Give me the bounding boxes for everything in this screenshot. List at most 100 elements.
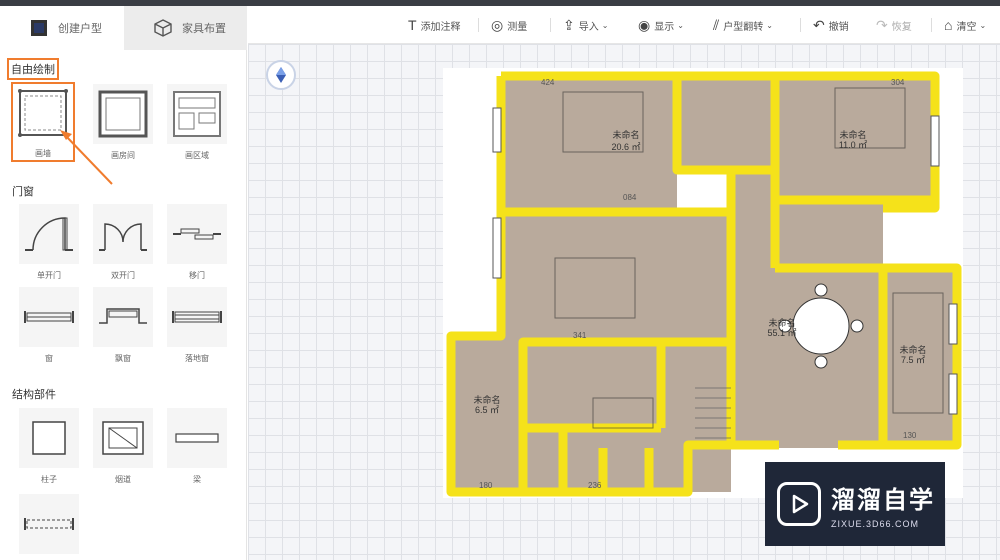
clear-icon: ⌂ — [944, 17, 953, 33]
tool-window[interactable]: 窗 — [19, 287, 79, 364]
section-structure: 结构部件 — [12, 389, 56, 401]
room-area: 11.0 ㎡ — [839, 140, 867, 150]
tool-label: 画房间 — [111, 151, 135, 160]
chevron-down-icon: ⌄ — [766, 20, 773, 30]
bay-window-icon — [99, 308, 147, 324]
tool-label: 画区域 — [185, 151, 209, 160]
toolbar-label: 清空 — [956, 21, 977, 33]
single-door-icon — [25, 217, 73, 251]
tool-label: 移门 — [189, 271, 205, 280]
tool-draw-room[interactable]: 画房间 — [93, 84, 153, 161]
tool-bay-window[interactable]: 飘窗 — [93, 287, 153, 364]
tool-label: 飘窗 — [115, 354, 131, 363]
section-doors-windows: 门窗 — [12, 186, 34, 198]
flue-icon — [102, 421, 144, 455]
dimension: 424 — [541, 78, 555, 87]
tool-sliding-door[interactable]: 移门 — [167, 204, 227, 281]
beam-icon — [175, 433, 219, 443]
tool-double-door[interactable]: 双开门 — [93, 204, 153, 281]
top-toolbar: T 添加注释 ◎ 测量 ⇪ 导入 ⌄ ◉ 显示 ⌄ ⫽ 户型翻转 ⌄ ↶ 撤销 … — [248, 6, 1000, 44]
partition-icon — [24, 518, 74, 530]
toolbar-label: 撤销 — [828, 21, 849, 33]
flip-icon: ⫽ — [713, 16, 720, 33]
import-dropdown[interactable]: ⇪ 导入 ⌄ — [563, 6, 608, 44]
play-logo-icon — [777, 482, 821, 526]
tool-label: 窗 — [45, 354, 53, 363]
room-name: 未命名 — [612, 129, 639, 140]
watermark-title: 溜溜自学 — [831, 486, 935, 514]
pillar-icon — [32, 421, 66, 455]
chevron-down-icon: ⌄ — [601, 20, 609, 30]
tool-draw-area[interactable]: 画区域 — [167, 84, 227, 161]
window-icon — [24, 311, 74, 323]
measure-button[interactable]: ◎ 测量 — [491, 6, 527, 44]
redo-button[interactable]: ↷ 恢复 — [876, 6, 912, 44]
dimension: 084 — [623, 193, 637, 202]
room-name: 未命名 — [473, 394, 500, 405]
dimension: 341 — [573, 331, 587, 340]
room-name: 未命名 — [899, 344, 926, 355]
toolbar-label: 恢复 — [891, 21, 912, 33]
floor-plan[interactable]: 424 084 304 341 180 236 130 未命名 20.6 ㎡ 未… — [443, 68, 963, 498]
tab-label: 家具布置 — [182, 23, 226, 35]
room-name: 未命名 — [839, 129, 866, 140]
tab-label: 创建户型 — [58, 23, 102, 35]
flip-floorplan-dropdown[interactable]: ⫽ 户型翻转 ⌄ — [713, 6, 773, 44]
undo-button[interactable]: ↶ 撤销 — [813, 6, 849, 44]
tool-label: 双开门 — [111, 271, 135, 280]
eye-icon: ◉ — [638, 16, 651, 33]
import-icon: ⇪ — [563, 16, 575, 33]
toolbar-label: 显示 — [654, 21, 675, 33]
display-dropdown[interactable]: ◉ 显示 ⌄ — [638, 6, 684, 44]
toolbar-label: 测量 — [507, 21, 528, 33]
tool-pillar[interactable]: 柱子 — [19, 408, 79, 485]
room-area: 55.1 ㎡ — [767, 328, 796, 338]
tool-beam[interactable]: 梁 — [167, 408, 227, 485]
compass-icon[interactable] — [266, 60, 296, 90]
watermark: 溜溜自学 ZIXUE.3D66.COM — [765, 462, 945, 546]
draw-wall-icon — [18, 89, 68, 137]
tool-partition[interactable] — [19, 494, 79, 554]
toolbar-label: 导入 — [578, 21, 599, 33]
double-door-icon — [99, 223, 147, 251]
chevron-down-icon: ⌄ — [677, 20, 684, 30]
tool-label: 画墙 — [35, 149, 51, 158]
watermark-url: ZIXUE.3D66.COM — [831, 518, 920, 529]
room-name: 未命名 — [768, 317, 795, 328]
square-outline-icon — [31, 20, 47, 36]
tool-single-door[interactable]: 单开门 — [19, 204, 79, 281]
dimension: 130 — [903, 431, 917, 440]
tab-furniture-layout[interactable]: 家具布置 — [124, 6, 247, 50]
chevron-down-icon: ⌄ — [979, 20, 987, 30]
dimension: 236 — [588, 481, 602, 490]
undo-icon: ↶ — [813, 16, 825, 33]
tool-label: 落地窗 — [185, 354, 209, 363]
tab-create-floorplan[interactable]: 创建户型 — [0, 6, 124, 50]
tool-flue[interactable]: 烟道 — [93, 408, 153, 485]
toolbar-label: 添加注释 — [420, 21, 461, 33]
draw-area-icon — [173, 91, 221, 137]
section-free-draw: 自由绘制 — [7, 58, 59, 80]
sliding-door-icon — [173, 228, 221, 240]
add-note-button[interactable]: T 添加注释 — [408, 6, 461, 44]
dimension: 180 — [479, 481, 493, 490]
room-area: 20.6 ㎡ — [611, 142, 640, 152]
tool-label: 单开门 — [37, 271, 61, 280]
room-area: 6.5 ㎡ — [475, 405, 499, 415]
tool-label: 梁 — [193, 475, 201, 484]
redo-icon: ↷ — [876, 16, 888, 33]
tool-draw-wall[interactable]: 画墙 — [11, 82, 75, 162]
clear-dropdown[interactable]: ⌂ 清空 ⌄ — [944, 6, 986, 44]
tool-label: 柱子 — [41, 475, 57, 484]
left-panel: 创建户型 家具布置 自由绘制 画墙 画房间 画区域 门窗 单开门 双开门 移门 … — [0, 6, 247, 560]
toolbar-label: 户型翻转 — [723, 21, 764, 33]
text-T-icon: T — [408, 17, 417, 33]
panel-tabs: 创建户型 家具布置 — [0, 6, 247, 50]
floor-window-icon — [172, 311, 222, 323]
draw-room-icon — [98, 90, 148, 138]
tool-floor-window[interactable]: 落地窗 — [167, 287, 227, 364]
dimension: 304 — [891, 78, 905, 87]
ruler-icon: ◎ — [491, 16, 504, 33]
room-area: 7.5 ㎡ — [901, 355, 925, 365]
cube-icon — [154, 19, 172, 37]
